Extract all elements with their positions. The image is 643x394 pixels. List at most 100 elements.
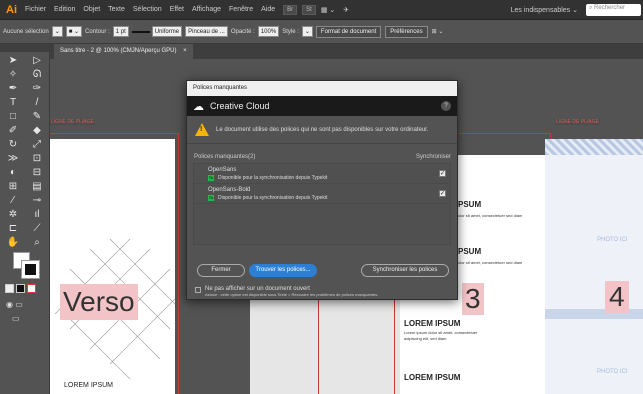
menu-objet[interactable]: Objet	[83, 6, 100, 13]
menu-texte[interactable]: Texte	[108, 6, 125, 13]
blend-tool-icon[interactable]: ⊸	[25, 194, 49, 208]
preferences-button[interactable]: Préférences	[385, 25, 428, 38]
creative-cloud-label: Creative Cloud	[210, 101, 270, 111]
font-row[interactable]: OpenSans-Bold Tk Disponible pour la sync…	[194, 184, 450, 204]
selection-tool-icon[interactable]: ➤	[1, 54, 25, 68]
artboard-page4[interactable]: PHOTO ICI PHOTO ICI 4	[545, 139, 643, 394]
stock-button[interactable]: St	[302, 4, 316, 15]
photo-placeholder-1: PHOTO ICI	[597, 237, 628, 243]
menu-aide[interactable]: Aide	[261, 6, 275, 13]
warning-row: ! Le document utilise des polices qui ne…	[187, 116, 457, 144]
shape-builder-tool-icon[interactable]: ◐	[1, 166, 25, 180]
contour-label: Contour :	[85, 28, 110, 35]
brush-select[interactable]: Pinceau de ...	[185, 26, 228, 37]
menu-affichage[interactable]: Affichage	[192, 6, 221, 13]
gradient-tool-icon[interactable]: ▤	[25, 180, 49, 194]
sync-checkbox[interactable]: ✓	[439, 170, 446, 177]
pen-tool-icon[interactable]: ✒	[1, 82, 25, 96]
document-tab[interactable]: Sans titre - 2 @ 100% (CMJN/Aperçu GPU) …	[54, 44, 193, 59]
contour-weight-input[interactable]: 1 pt	[112, 26, 129, 37]
stroke-swatch[interactable]: ■ ⌄	[65, 26, 83, 37]
menu-edition[interactable]: Edition	[54, 6, 75, 13]
menu-fichier[interactable]: Fichier	[25, 6, 46, 13]
profile-select[interactable]: Uniforme	[151, 26, 183, 37]
fold-line-right: LIGNE DE PLIAGE	[555, 119, 600, 125]
photo-placeholder-2: PHOTO ICI	[597, 369, 628, 375]
hatch-band	[545, 139, 643, 155]
menu-bar: Ai Fichier Edition Objet Texte Sélection…	[0, 0, 643, 20]
magic-wand-tool-icon[interactable]: ✧	[1, 68, 25, 82]
curvature-tool-icon[interactable]: ✑	[25, 82, 49, 96]
font-status: Disponible pour la synchronisation depui…	[218, 174, 328, 181]
fill-swatch[interactable]: ⌄	[51, 26, 63, 37]
tools-grip[interactable]	[0, 44, 49, 52]
scale-tool-icon[interactable]: ⤢	[25, 138, 49, 152]
font-name: OpenSans-Bold	[208, 186, 251, 193]
eraser-tool-icon[interactable]: ◆	[25, 124, 49, 138]
opacity-label: Opacité :	[230, 28, 255, 35]
rectangle-tool-icon[interactable]: □	[1, 110, 25, 124]
verso-label: Verso	[60, 284, 138, 320]
font-name: OpenSans	[208, 166, 237, 173]
draw-mode-icon[interactable]: ◉ ▭	[6, 300, 23, 309]
direct-selection-tool-icon[interactable]: ▷	[25, 54, 49, 68]
lorem-heading-left: LOREM IPSUM	[64, 382, 114, 389]
none-mode-icon[interactable]	[27, 284, 36, 293]
close-button[interactable]: Fermer	[197, 264, 245, 277]
stroke-preview	[131, 30, 150, 33]
shaper-tool-icon[interactable]: ✐	[1, 124, 25, 138]
zoom-tool-icon[interactable]: ⌕	[25, 236, 49, 250]
search-input[interactable]: ⌕ Rechercher	[586, 3, 641, 16]
slice-tool-icon[interactable]: ⟋	[25, 222, 49, 236]
workspace-switcher[interactable]: Les indispensables ⌄	[511, 6, 578, 14]
close-tab-icon[interactable]: ×	[183, 48, 187, 54]
sync-checkbox[interactable]: ✓	[439, 190, 446, 197]
rotate-tool-icon[interactable]: ↻	[1, 138, 25, 152]
creative-cloud-bar: ☁ Creative Cloud ?	[187, 96, 457, 116]
eyedropper-tool-icon[interactable]: ⁄	[1, 194, 25, 208]
opacity-input[interactable]: 100%	[257, 26, 280, 37]
selection-status: Aucune sélection	[3, 28, 49, 35]
artboard-tool-icon[interactable]: ⊏	[1, 222, 25, 236]
graph-tool-icon[interactable]: ıl	[25, 208, 49, 222]
document-tab-title: Sans titre - 2 @ 100% (CMJN/Aperçu GPU)	[60, 48, 177, 54]
control-bar: Aucune sélection ⌄ ■ ⌄ Contour : 1 pt Un…	[0, 20, 643, 44]
perspective-tool-icon[interactable]: ⊟	[25, 166, 49, 180]
type-tool-icon[interactable]: T	[1, 96, 25, 110]
find-fonts-button[interactable]: Trouver les polices...	[249, 264, 317, 277]
dialog-buttons: Fermer Trouver les polices... Synchronis…	[195, 264, 451, 277]
dialog-footer: Ne pas afficher sur un document ouvert A…	[195, 286, 378, 297]
warning-text: Le document utilise des polices qui ne s…	[216, 126, 429, 133]
gpu-icon[interactable]: ✈	[343, 6, 349, 14]
lasso-tool-icon[interactable]: ᘏ	[25, 68, 49, 82]
screen-mode-icon[interactable]: ▭	[12, 314, 20, 323]
stroke-color-icon[interactable]	[21, 260, 40, 279]
color-mode-buttons	[5, 284, 36, 293]
menu-selection[interactable]: Sélection	[133, 6, 162, 13]
document-format-button[interactable]: Format de document	[315, 25, 382, 38]
fill-stroke-swatches[interactable]	[13, 252, 40, 279]
typekit-icon: Tk	[208, 194, 214, 201]
hand-tool-icon[interactable]: ✋	[1, 236, 25, 250]
font-row[interactable]: OpenSans Tk Disponible pour la synchroni…	[194, 164, 450, 184]
width-tool-icon[interactable]: ≫	[1, 152, 25, 166]
arrange-documents-icon[interactable]: ▦ ⌄	[321, 6, 335, 14]
line-tool-icon[interactable]: /	[25, 96, 49, 110]
align-icon[interactable]: ⊞ ⌄	[432, 28, 444, 35]
warning-icon: !	[195, 123, 209, 136]
dont-show-checkbox[interactable]	[195, 287, 201, 293]
footer-hint: Astuce : cette option est disponible sou…	[205, 292, 379, 297]
artboard-left[interactable]: Verso LOREM IPSUM	[50, 139, 175, 394]
sync-fonts-button[interactable]: Synchroniser les polices	[361, 264, 449, 277]
help-icon[interactable]: ?	[441, 101, 451, 111]
menu-effet[interactable]: Effet	[170, 6, 184, 13]
mesh-tool-icon[interactable]: ⊞	[1, 180, 25, 194]
symbol-sprayer-tool-icon[interactable]: ✲	[1, 208, 25, 222]
style-select[interactable]: ⌄	[301, 26, 313, 37]
bridge-button[interactable]: Br	[283, 4, 298, 15]
color-mode-icon[interactable]	[5, 284, 14, 293]
menu-fenetre[interactable]: Fenêtre	[229, 6, 253, 13]
free-transform-tool-icon[interactable]: ⊡	[25, 152, 49, 166]
paintbrush-tool-icon[interactable]: ✎	[25, 110, 49, 124]
gradient-mode-icon[interactable]	[16, 284, 25, 293]
